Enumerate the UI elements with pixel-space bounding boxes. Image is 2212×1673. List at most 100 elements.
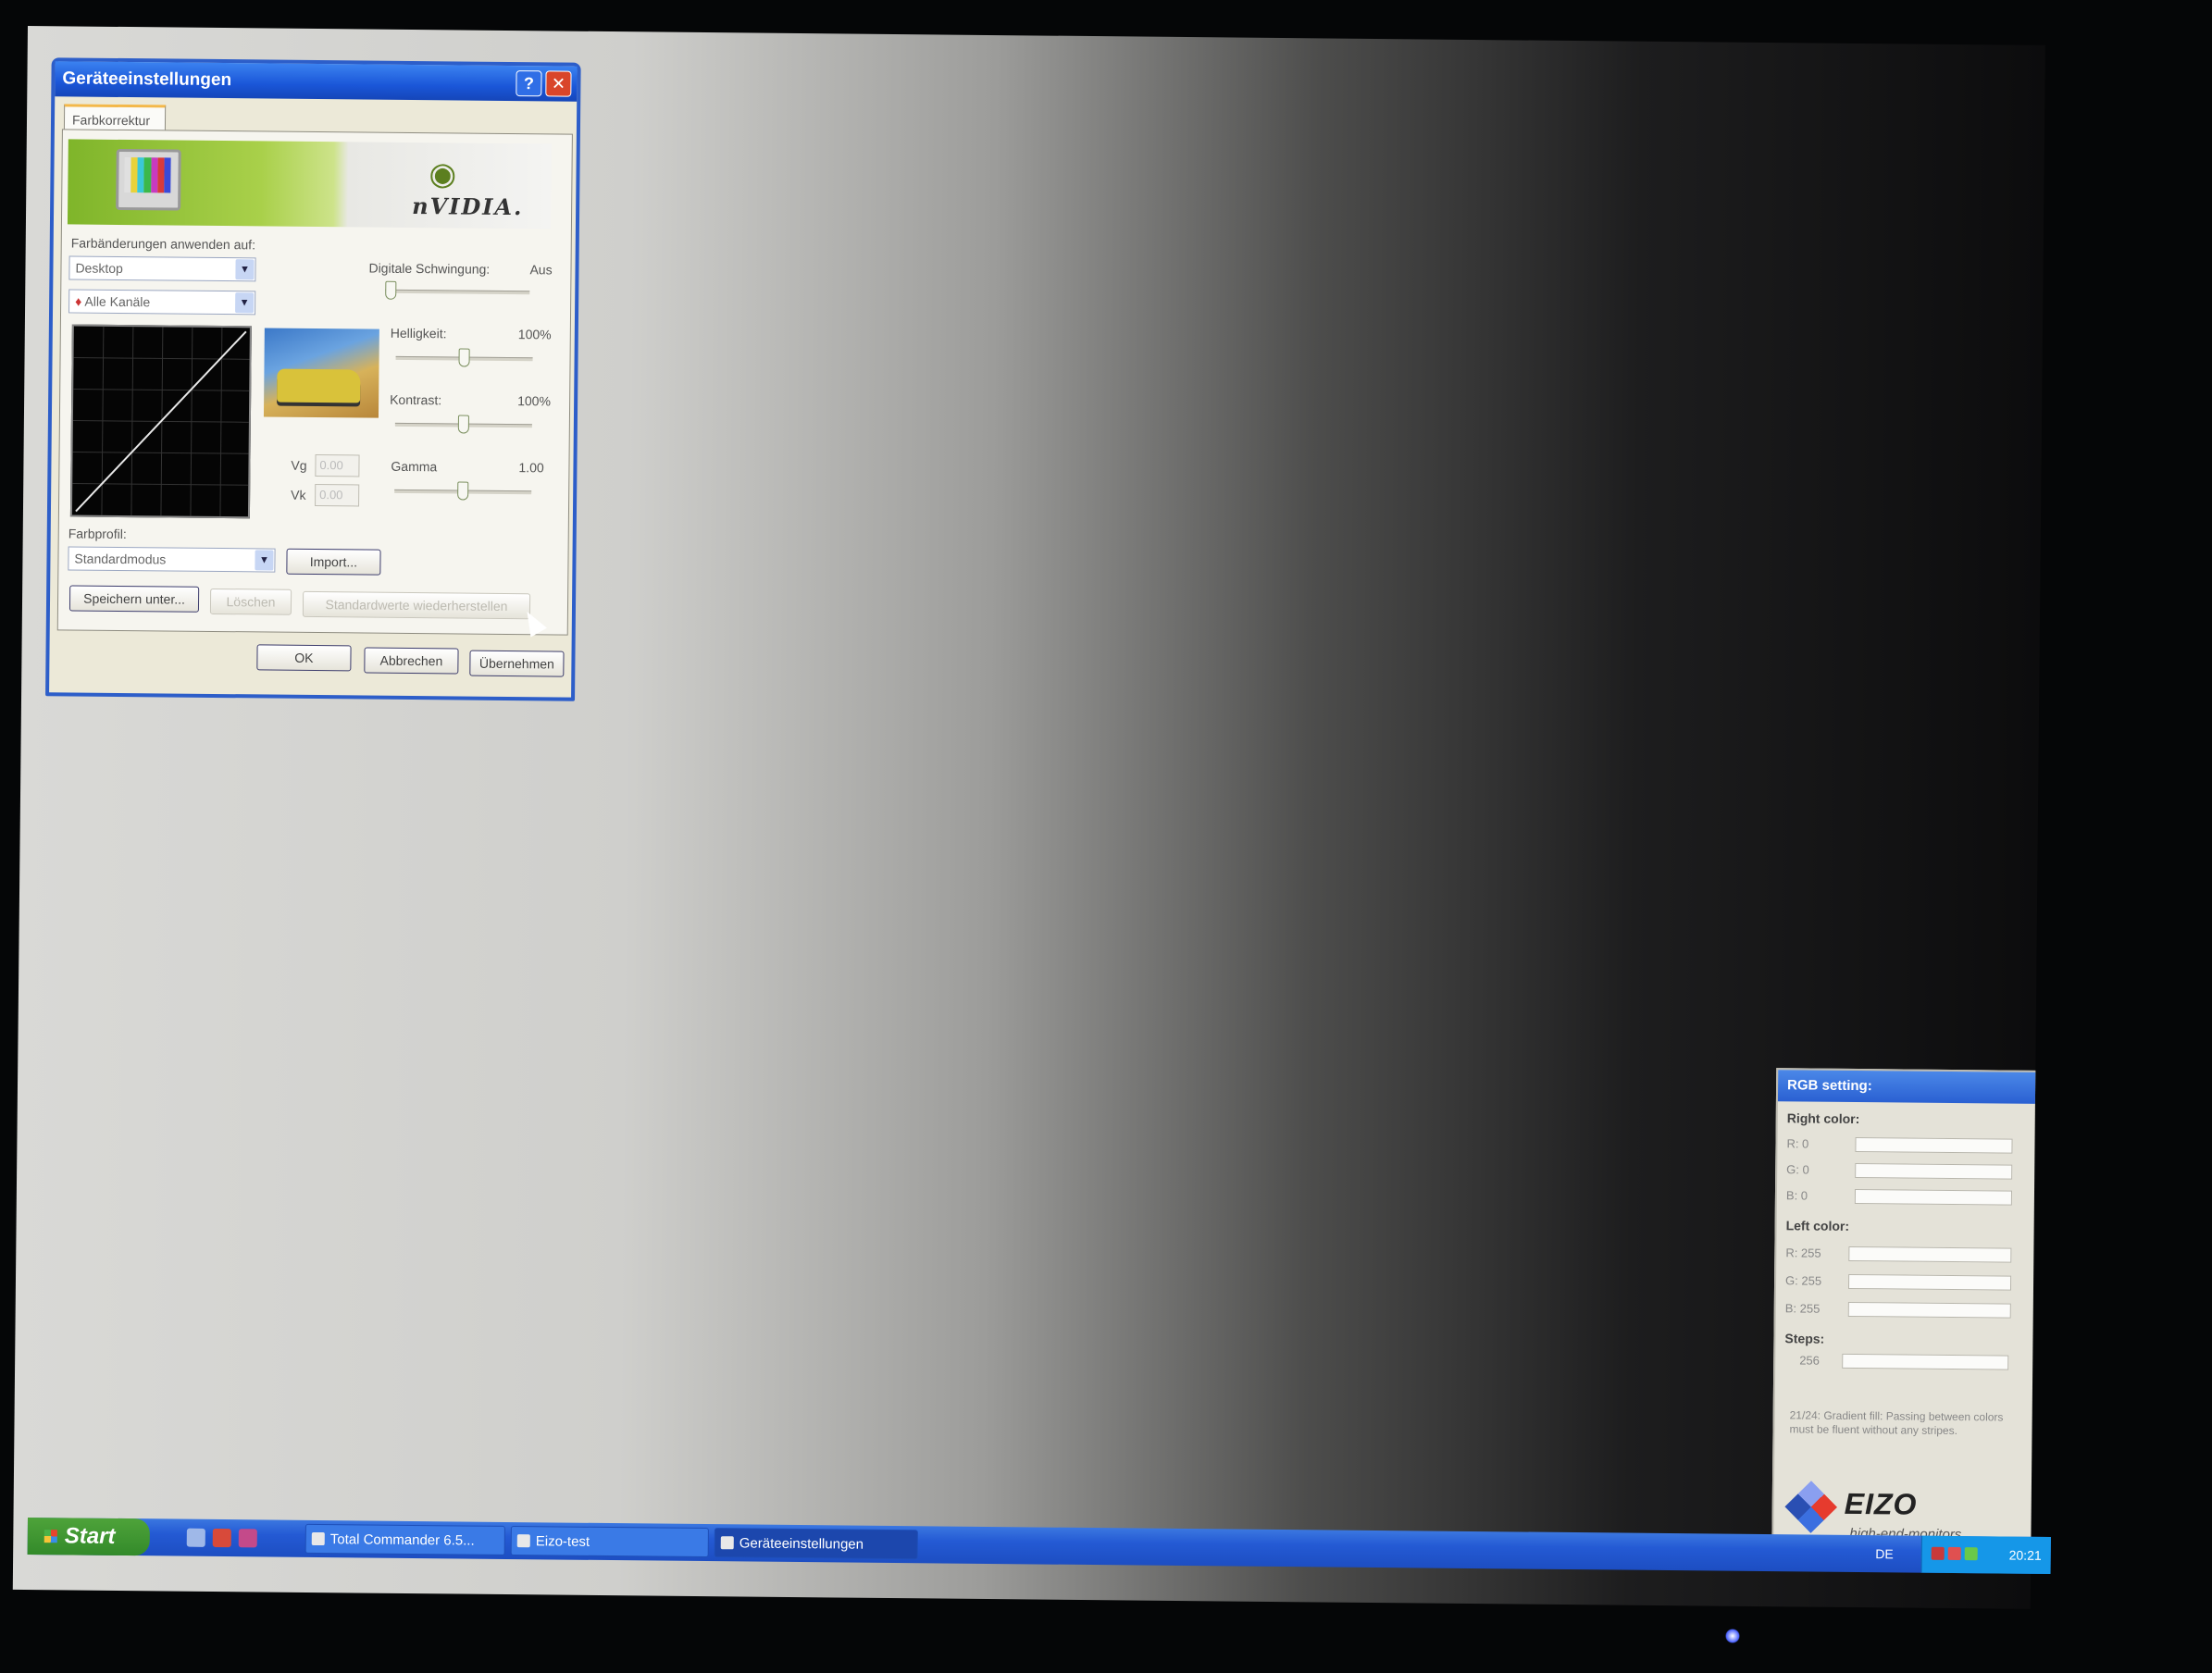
brightness-label: Helligkeit: bbox=[390, 325, 447, 341]
cancel-button[interactable]: Abbrechen bbox=[364, 647, 459, 675]
dialog-title: Geräteeinstellungen bbox=[62, 68, 232, 91]
vg-label: Vg bbox=[291, 457, 307, 473]
eizo-logo-word: EIZO bbox=[1844, 1486, 1918, 1521]
chevron-down-icon: ▼ bbox=[235, 292, 255, 314]
right-b-label: B: 0 bbox=[1785, 1188, 1808, 1203]
eizo-rgb-panel: RGB setting: Right color: R: 0 G: 0 B: 0… bbox=[1771, 1068, 2042, 1572]
power-led bbox=[1725, 1629, 1740, 1643]
left-g-slider[interactable] bbox=[1847, 1273, 2012, 1291]
slider-thumb[interactable] bbox=[458, 348, 470, 367]
tab-color-correction[interactable]: Farbkorrektur bbox=[63, 104, 167, 131]
right-r-label: R: 0 bbox=[1786, 1136, 1809, 1151]
preview-car-shape bbox=[277, 368, 361, 403]
brightness-value: 100% bbox=[517, 327, 552, 342]
right-r-slider[interactable] bbox=[1855, 1137, 2013, 1154]
gamma-slider[interactable] bbox=[394, 481, 532, 502]
task-label: Total Commander 6.5... bbox=[329, 1531, 475, 1549]
contrast-label: Kontrast: bbox=[390, 391, 442, 408]
monitor-icon bbox=[116, 148, 181, 211]
color-profile-value: Standardmodus bbox=[74, 551, 167, 567]
steps-value: 256 bbox=[1799, 1353, 1821, 1368]
chevron-down-icon: ▼ bbox=[255, 550, 274, 571]
right-b-slider[interactable] bbox=[1854, 1189, 2013, 1206]
right-color-heading: Right color: bbox=[1786, 1110, 1860, 1127]
contrast-value: 100% bbox=[517, 393, 552, 409]
task-eizo-test[interactable]: Eizo-test bbox=[510, 1526, 709, 1558]
task-device-settings[interactable]: Geräteeinstellungen bbox=[714, 1528, 918, 1560]
color-curve-svg bbox=[72, 326, 250, 517]
tray-icons bbox=[1931, 1546, 1978, 1561]
tray-antivirus-icon[interactable] bbox=[1947, 1546, 1961, 1561]
total-commander-icon bbox=[311, 1531, 325, 1546]
steps-slider[interactable] bbox=[1842, 1353, 2009, 1370]
gamma-label: Gamma bbox=[391, 458, 438, 475]
dialog-titlebar[interactable]: Geräteeinstellungen ? ✕ bbox=[55, 61, 578, 102]
windows-flag-icon bbox=[43, 1530, 57, 1543]
import-button[interactable]: Import... bbox=[286, 548, 381, 576]
eizo-test-icon bbox=[516, 1534, 530, 1548]
task-label: Geräteeinstellungen bbox=[739, 1535, 864, 1553]
right-g-label: G: 0 bbox=[1786, 1162, 1809, 1177]
right-g-slider[interactable] bbox=[1855, 1163, 2013, 1180]
apply-target-value: Desktop bbox=[75, 260, 123, 276]
apply-to-label: Farbänderungen anwenden auf: bbox=[70, 235, 256, 253]
tray-network-icon[interactable] bbox=[1964, 1547, 1978, 1561]
preview-photo bbox=[263, 328, 379, 418]
channel-icon: ♦ bbox=[75, 293, 82, 309]
task-label: Eizo-test bbox=[535, 1533, 590, 1550]
color-curve-graph bbox=[69, 324, 252, 519]
close-button[interactable]: ✕ bbox=[545, 70, 572, 97]
vk-field[interactable]: 0.00 bbox=[315, 484, 360, 507]
chevron-down-icon: ▼ bbox=[235, 259, 255, 280]
channel-select[interactable]: ♦ Alle Kanäle ▼ bbox=[68, 289, 256, 316]
digital-vibrance-value: Aus bbox=[529, 262, 553, 278]
task-total-commander[interactable]: Total Commander 6.5... bbox=[304, 1523, 505, 1555]
digital-vibrance-slider[interactable] bbox=[385, 280, 530, 303]
left-g-label: G: 255 bbox=[1785, 1273, 1822, 1288]
monitor-screen: Geräteeinstellungen ? ✕ Farbkorrektur ◉ … bbox=[12, 26, 2045, 1609]
vg-field[interactable]: 0.00 bbox=[315, 454, 360, 477]
slider-thumb[interactable] bbox=[385, 280, 397, 300]
gradient-test-note: 21/24: Gradient fill: Passing between co… bbox=[1789, 1408, 2004, 1438]
brightness-slider[interactable] bbox=[395, 348, 533, 369]
gamma-value: 1.00 bbox=[518, 460, 544, 476]
eizo-diamond-icon bbox=[1784, 1481, 1838, 1533]
quicklaunch-desktop-icon[interactable] bbox=[186, 1528, 205, 1547]
slider-thumb[interactable] bbox=[457, 481, 469, 501]
contrast-slider[interactable] bbox=[394, 415, 532, 436]
digital-vibrance-label: Digitale Schwingung: bbox=[368, 260, 491, 277]
system-tray: 20:21 bbox=[1920, 1535, 2051, 1574]
start-label: Start bbox=[64, 1523, 116, 1549]
left-r-slider[interactable] bbox=[1848, 1245, 2012, 1263]
start-button[interactable]: Start bbox=[27, 1518, 150, 1556]
tray-app-icon[interactable] bbox=[1931, 1546, 1945, 1560]
apply-button[interactable]: Übernehmen bbox=[469, 650, 565, 677]
save-as-button[interactable]: Speichern unter... bbox=[68, 585, 200, 613]
ok-button[interactable]: OK bbox=[256, 644, 352, 672]
apply-target-select[interactable]: Desktop ▼ bbox=[68, 255, 256, 282]
restore-defaults-button[interactable]: Standardwerte wiederherstellen bbox=[302, 590, 531, 620]
color-correction-panel: ◉ nVIDIA. Farbänderungen anwenden auf: D… bbox=[56, 129, 573, 636]
color-profile-select[interactable]: Standardmodus ▼ bbox=[68, 546, 276, 573]
nvidia-logo-text: nVIDIA. bbox=[412, 192, 524, 221]
delete-button[interactable]: Löschen bbox=[209, 588, 292, 615]
quicklaunch-app-icon[interactable] bbox=[212, 1528, 231, 1548]
window-icon bbox=[720, 1536, 734, 1550]
quicklaunch-media-icon[interactable] bbox=[238, 1529, 257, 1548]
channel-value: Alle Kanäle bbox=[84, 293, 151, 310]
left-b-label: B: 255 bbox=[1784, 1301, 1821, 1316]
nvidia-banner: ◉ nVIDIA. bbox=[67, 139, 552, 229]
slider-thumb[interactable] bbox=[457, 415, 469, 434]
left-r-label: R: 255 bbox=[1785, 1245, 1821, 1260]
clock[interactable]: 20:21 bbox=[2009, 1548, 2042, 1563]
eizo-panel-title: RGB setting: bbox=[1777, 1070, 2040, 1104]
nvidia-eye-icon: ◉ bbox=[429, 156, 457, 192]
device-settings-dialog[interactable]: Geräteeinstellungen ? ✕ Farbkorrektur ◉ … bbox=[45, 57, 581, 701]
left-b-slider[interactable] bbox=[1847, 1301, 2011, 1319]
language-indicator[interactable]: DE bbox=[1875, 1535, 1894, 1572]
steps-heading: Steps: bbox=[1784, 1331, 1825, 1346]
vk-label: Vk bbox=[291, 487, 306, 502]
color-profile-label: Farbprofil: bbox=[68, 526, 127, 542]
help-button[interactable]: ? bbox=[516, 70, 542, 97]
left-color-heading: Left color: bbox=[1785, 1218, 1850, 1233]
